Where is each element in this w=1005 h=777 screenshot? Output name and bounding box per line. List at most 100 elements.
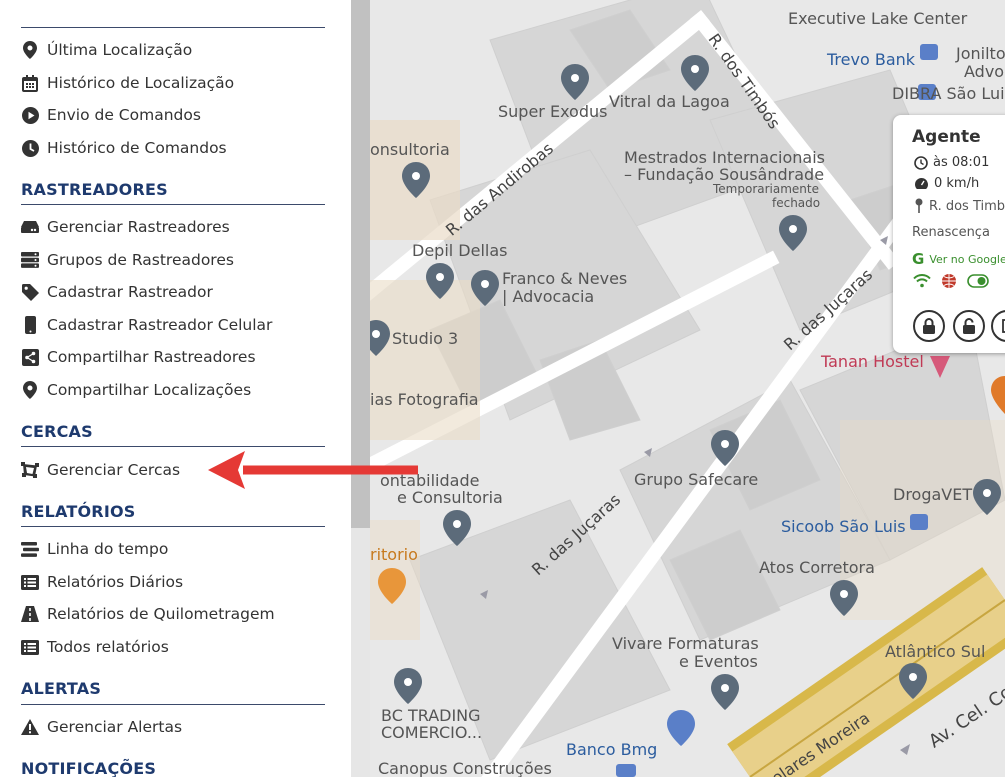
- menu-item-label: Histórico de Comandos: [47, 139, 227, 157]
- menu-item-relatorios-diarios[interactable]: Relatórios Diários: [21, 569, 183, 595]
- clock-icon: [21, 139, 39, 157]
- menu-item-label: Última Localização: [47, 41, 193, 59]
- popup-speed-row: 0 km/h: [914, 176, 979, 191]
- menu-item-gerenciar-rastreadores[interactable]: Gerenciar Rastreadores: [21, 214, 230, 240]
- agent-popup: Agente às 08:01 0 km/h R. dos Timbó Rena…: [893, 115, 1005, 353]
- map-place-label: Franco & Neves: [502, 269, 628, 288]
- hdd-icon: [21, 218, 39, 236]
- menu-item-envio-comandos[interactable]: Envio de Comandos: [21, 102, 201, 128]
- draw-polygon-icon: [21, 461, 39, 479]
- divider: [21, 704, 325, 705]
- map-marker-icon: [21, 41, 39, 59]
- mobile-icon: [21, 316, 39, 334]
- menu-item-linha-do-tempo[interactable]: Linha do tempo: [21, 536, 168, 562]
- menu-item-label: Relatórios de Quilometragem: [47, 605, 275, 623]
- map-place-label: Tanan Hostel: [821, 352, 924, 371]
- menu-item-label: Cadastrar Rastreador: [47, 283, 213, 301]
- section-title-notificacoes: NOTIFICAÇÕES: [21, 759, 157, 777]
- map-place-label: DIBRA São Luis: [892, 84, 1005, 103]
- menu-item-todos-relatorios[interactable]: Todos relatórios: [21, 634, 169, 660]
- popup-time: às 08:01: [933, 155, 990, 170]
- map-marker-icon: [21, 381, 39, 399]
- menu-item-label: Gerenciar Alertas: [47, 718, 183, 736]
- warning-icon: [21, 718, 39, 736]
- menu-item-label: Histórico de Localização: [47, 74, 235, 92]
- map-place-label: Sicoob São Luis: [781, 517, 906, 536]
- map-place-label: ias Fotografia: [370, 390, 479, 409]
- lock-button[interactable]: [913, 310, 945, 342]
- map-place-label: Banco Bmg: [566, 740, 658, 759]
- map-place-label: Trevo Bank: [827, 50, 916, 69]
- menu-item-label: Relatórios Diários: [47, 573, 184, 591]
- map-place-label: Depil Dellas: [412, 241, 508, 260]
- popup-speed: 0 km/h: [934, 176, 980, 191]
- menu-item-ultima-localizacao[interactable]: Última Localização: [21, 37, 192, 63]
- list-alt-icon: [21, 573, 39, 591]
- sidebar: Última Localização Histórico de Localiza…: [0, 0, 351, 777]
- calendar-icon: [21, 74, 39, 92]
- menu-item-label: Gerenciar Cercas: [47, 461, 181, 479]
- toggle-icon: [967, 274, 989, 288]
- menu-item-gerenciar-alertas[interactable]: Gerenciar Alertas: [21, 714, 182, 740]
- play-circle-icon: [21, 106, 39, 124]
- unlock-button[interactable]: [953, 310, 985, 342]
- map-place-label: ritorio: [370, 545, 418, 564]
- divider: [21, 204, 325, 205]
- section-title-rastreadores: RASTREADORES: [21, 180, 168, 199]
- unlock-icon: [963, 318, 975, 334]
- menu-item-cadastrar-rastreador-celular[interactable]: Cadastrar Rastreador Celular: [21, 312, 272, 338]
- map-place-label: onsultoria: [370, 140, 450, 159]
- map-place-label: Vivare Formaturas: [612, 634, 759, 653]
- popup-address-row: R. dos Timbó: [914, 198, 1005, 214]
- menu-item-historico-comandos[interactable]: Histórico de Comandos: [21, 135, 227, 161]
- stream-icon: [21, 540, 39, 558]
- menu-item-gerenciar-cercas[interactable]: Gerenciar Cercas: [21, 457, 180, 483]
- menu-item-label: Grupos de Rastreadores: [47, 251, 234, 269]
- wifi-icon: [913, 274, 931, 288]
- menu-item-label: Todos relatórios: [47, 638, 169, 656]
- menu-item-compartilhar-rastreadores[interactable]: Compartilhar Rastreadores: [21, 344, 256, 370]
- map-place-label: fechado: [772, 196, 821, 210]
- annotation-arrow-icon: [208, 451, 418, 489]
- map-place-label: Canopus Construções: [378, 759, 552, 777]
- server-icon: [21, 251, 39, 269]
- menu-item-label: Gerenciar Rastreadores: [47, 218, 230, 236]
- section-title-cercas: CERCAS: [21, 422, 93, 441]
- menu-item-label: Compartilhar Localizações: [47, 381, 252, 399]
- map-place-label: Studio 3: [392, 329, 459, 348]
- clock-icon: [914, 155, 928, 170]
- popup-google-link-label: Ver no Google: [929, 252, 1005, 266]
- popup-title: Agente: [912, 127, 981, 147]
- tag-icon: [21, 283, 39, 301]
- menu-item-label: Linha do tempo: [47, 540, 169, 558]
- section-title-alertas: ALERTAS: [21, 679, 102, 698]
- map-place-label: Vitral da Lagoa: [609, 92, 730, 111]
- menu-item-label: Cadastrar Rastreador Celular: [47, 316, 273, 334]
- map-place-label: Super Exodus: [498, 102, 608, 121]
- map-place-label: Executive Lake Center: [788, 9, 968, 28]
- menu-item-cadastrar-rastreador[interactable]: Cadastrar Rastreador: [21, 279, 213, 305]
- lock-icon: [923, 318, 935, 334]
- popup-neighborhood: Renascença: [912, 225, 990, 240]
- more-action-button[interactable]: [991, 310, 1005, 342]
- list-alt-icon: [21, 638, 39, 656]
- menu-item-relatorios-quilometragem[interactable]: Relatórios de Quilometragem: [21, 601, 275, 627]
- popup-google-link[interactable]: G Ver no Google: [912, 250, 1005, 268]
- popup-time-row: às 08:01: [914, 155, 989, 170]
- divider: [21, 526, 325, 527]
- menu-item-historico-localizacao[interactable]: Histórico de Localização: [21, 70, 234, 96]
- menu-item-label: Envio de Comandos: [47, 106, 201, 124]
- globe-icon: [942, 274, 956, 288]
- speedometer-icon: [915, 178, 928, 189]
- map-place-label: Grupo Safecare: [634, 470, 759, 489]
- popup-status-icons: [913, 273, 994, 289]
- menu-item-compartilhar-localizacoes[interactable]: Compartilhar Localizações: [21, 377, 251, 403]
- road-icon: [21, 605, 39, 623]
- map-place-label: e Eventos: [679, 652, 758, 671]
- divider: [21, 27, 325, 28]
- menu-item-grupos-rastreadores[interactable]: Grupos de Rastreadores: [21, 247, 234, 273]
- section-title-relatorios: RELATÓRIOS: [21, 502, 136, 521]
- map-place-label: Atlântico Sul: [885, 642, 986, 661]
- share-icon: [21, 348, 39, 366]
- map-place-label: Atos Corretora: [759, 558, 875, 577]
